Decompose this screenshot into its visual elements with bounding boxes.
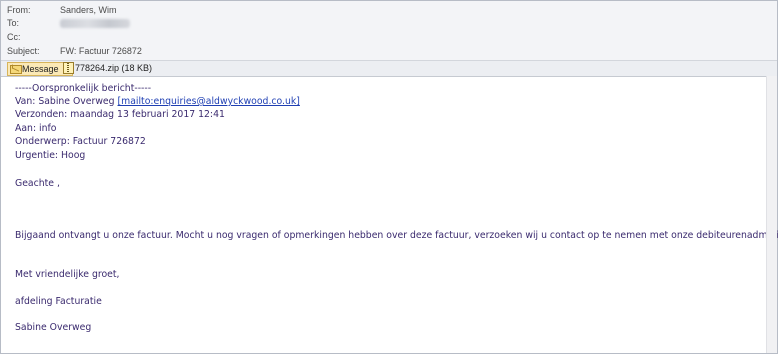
closing: Met vriendelijke groet, <box>15 269 120 280</box>
subject-value: FW: Factuur 726872 <box>60 46 142 56</box>
attachment-file[interactable]: 778264.zip (18 KB) <box>61 62 152 74</box>
van-text: Van: Sabine Overweg <box>15 96 118 107</box>
verzonden-line: Verzonden: maandag 13 februari 2017 12:4… <box>15 109 225 120</box>
greeting: Geachte , <box>15 178 60 189</box>
message-tab-label: Message <box>22 64 59 74</box>
cc-label: Cc: <box>7 32 21 42</box>
body-paragraph: Bijgaand ontvangt u onze factuur. Mocht … <box>15 230 778 241</box>
envelope-icon <box>10 65 22 74</box>
urgentie-line: Urgentie: Hoog <box>15 150 86 161</box>
zip-file-icon <box>63 62 74 74</box>
vertical-scrollbar[interactable] <box>766 76 777 353</box>
to-label: To: <box>7 18 20 28</box>
mailto-link[interactable]: [mailto:enquiries@aldwyckwood.co.uk] <box>118 96 300 107</box>
attachment-bar: Message 778264.zip (18 KB) <box>1 60 777 77</box>
subject-label: Subject: <box>7 46 40 56</box>
message-header: From: Sanders, Wim To: Cc: Subject: FW: … <box>1 1 777 61</box>
from-value[interactable]: Sanders, Wim <box>60 4 117 17</box>
signature: Sabine Overweg <box>15 322 92 333</box>
onderwerp-line: Onderwerp: Factuur 726872 <box>15 136 146 147</box>
attachment-file-label: 778264.zip (18 KB) <box>75 63 153 73</box>
van-line: Van: Sabine Overweg [mailto:enquiries@al… <box>15 95 300 108</box>
email-reading-pane: From: Sanders, Wim To: Cc: Subject: FW: … <box>0 0 778 354</box>
to-value-redacted <box>60 19 130 28</box>
from-label: From: <box>7 5 31 15</box>
original-message-separator: -----Oorspronkelijk bericht----- <box>15 83 152 94</box>
department: afdeling Facturatie <box>15 296 102 307</box>
aan-line: Aan: info <box>15 123 57 134</box>
